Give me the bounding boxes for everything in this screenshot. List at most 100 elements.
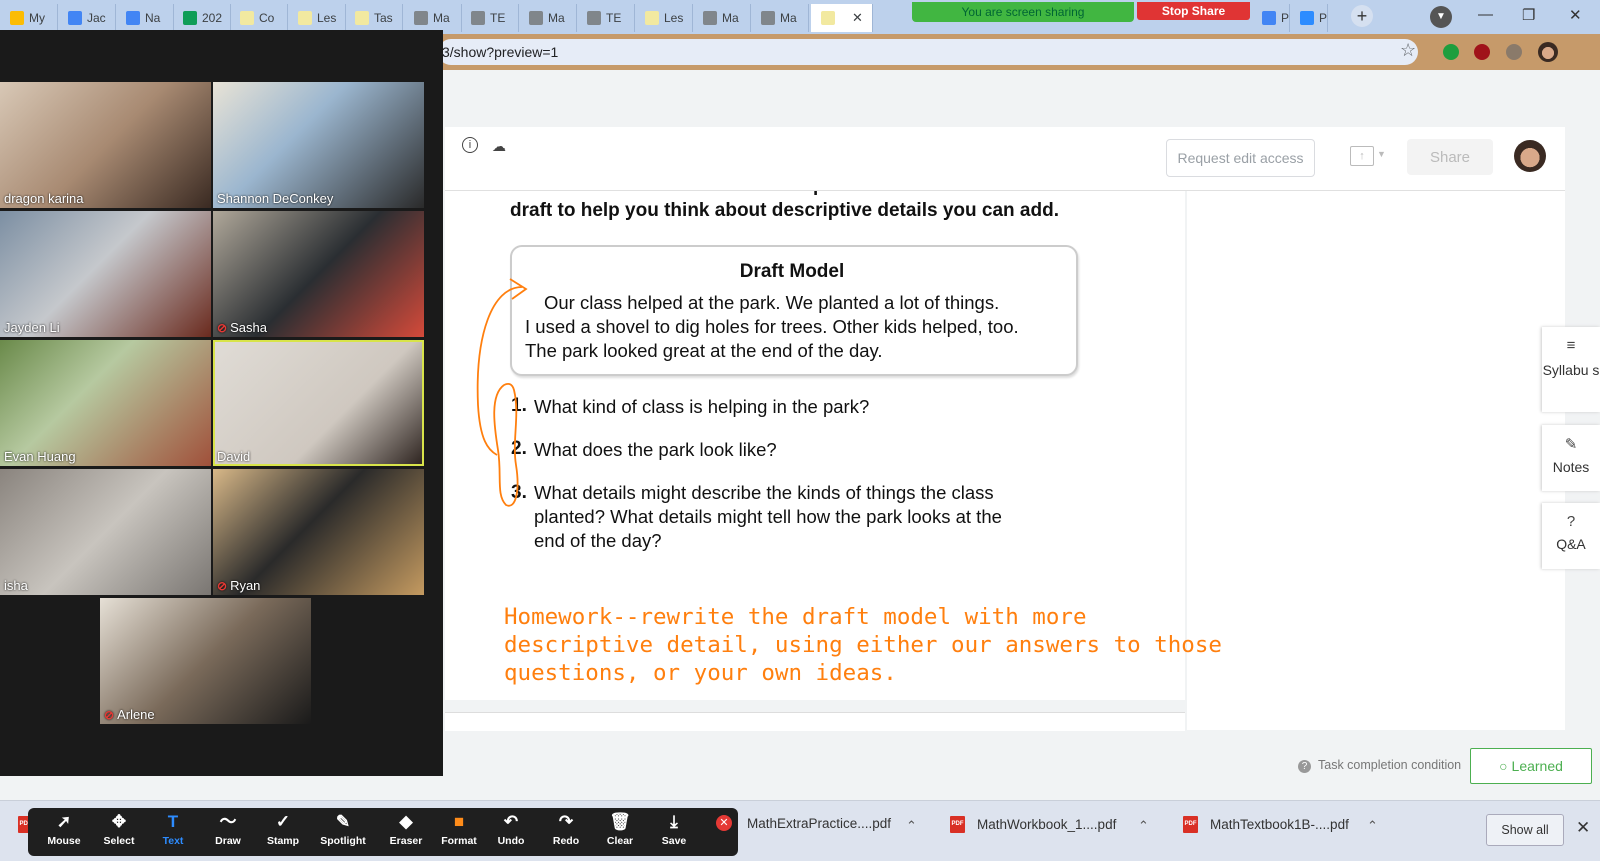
browser-tab[interactable]: Les <box>635 4 693 32</box>
download-item[interactable]: PDF MathWorkbook_1....pdf <box>950 816 1116 833</box>
menu-icon: ≡ <box>1566 337 1576 354</box>
participant-video-tile[interactable]: dragon karina <box>0 82 211 208</box>
profile-avatar[interactable] <box>1538 42 1558 62</box>
tab-label: Co <box>259 11 275 25</box>
notes-button[interactable]: ✎ Notes <box>1542 425 1600 491</box>
request-edit-label: Request edit access <box>1177 150 1304 166</box>
syllabus-button[interactable]: ≡ Syllabu s <box>1542 327 1600 412</box>
participant-video-tile[interactable]: isha <box>0 469 211 595</box>
extension-green-icon[interactable] <box>1443 44 1459 60</box>
chevron-down-icon[interactable]: ▼ <box>1377 149 1386 159</box>
participant-video-tile[interactable]: ⊘ Arlene <box>100 598 311 724</box>
draw-tool-button[interactable]: 〜 Draw <box>200 812 256 847</box>
download-filename: MathExtraPractice....pdf <box>747 816 892 831</box>
browser-tab[interactable]: Pos <box>1252 4 1290 32</box>
browser-tab[interactable]: Pos <box>1290 4 1328 32</box>
browser-tab[interactable]: Ma <box>693 4 751 32</box>
browser-tab[interactable]: Ma <box>404 4 462 32</box>
ublock-extension-icon[interactable] <box>1474 44 1490 60</box>
participant-video-tile[interactable]: Evan Huang <box>0 340 211 466</box>
close-downloads-icon[interactable]: ✕ <box>1576 818 1590 838</box>
browser-tab[interactable]: ✕ <box>811 4 873 32</box>
browser-tab[interactable]: Ma <box>751 4 809 32</box>
chevron-up-icon[interactable]: ⌃ <box>1138 818 1149 834</box>
syllabus-label: Syllabu s <box>1542 362 1600 378</box>
mouse-tool-button[interactable]: ➚ Mouse <box>36 812 92 847</box>
screen-sharing-banner[interactable]: You are screen sharing <box>912 2 1134 22</box>
tab-label: 202 <box>202 11 223 25</box>
participant-name-tag: dragon karina <box>4 191 84 206</box>
learned-button[interactable]: ○ Learned <box>1470 748 1592 784</box>
address-bar[interactable]: 3/show?preview=1 <box>438 39 1418 65</box>
tab-favicon-icon <box>645 11 659 25</box>
chevron-up-icon[interactable]: ⌃ <box>1367 818 1378 834</box>
close-tab-icon[interactable]: ✕ <box>852 10 863 26</box>
eraser-tool-button[interactable]: ◆ Eraser <box>378 812 434 847</box>
stop-share-button[interactable]: Stop Share <box>1137 2 1250 20</box>
browser-tab[interactable]: Co <box>230 4 288 32</box>
tab-favicon-icon <box>529 11 543 25</box>
qa-label: Q&A <box>1556 536 1586 552</box>
task-completion-condition[interactable]: Task completion condition <box>1318 758 1461 772</box>
participant-video-tile[interactable]: Shannon DeConkey <box>213 82 424 208</box>
browser-tab[interactable]: TE <box>461 4 519 32</box>
show-all-downloads-button[interactable]: Show all <box>1486 814 1564 846</box>
tab-label: Pos <box>1281 11 1290 25</box>
participant-name: Shannon DeConkey <box>217 191 334 206</box>
tool-label: Save <box>661 835 687 847</box>
stop-share-label: Stop Share <box>1161 4 1226 18</box>
save-tool-button[interactable]: ⤓ Save <box>646 812 702 847</box>
tab-search-icon[interactable]: ▼ <box>1430 6 1452 28</box>
browser-tab[interactable]: My <box>0 4 58 32</box>
text-tool-button[interactable]: T Text <box>145 812 201 847</box>
info-icon[interactable]: i <box>462 137 478 153</box>
participant-video-tile[interactable]: David <box>213 340 424 466</box>
text-icon: T <box>167 812 179 831</box>
tab-favicon-icon <box>240 11 254 25</box>
cloud-icon[interactable]: ☁ <box>492 138 506 155</box>
share-button[interactable]: Share <box>1407 139 1493 175</box>
question-2-line-1: What does the park look like? <box>534 439 777 460</box>
browser-tab[interactable]: Les <box>288 4 346 32</box>
move-icon: ✥ <box>111 812 127 831</box>
redo-tool-button[interactable]: ↷ Redo <box>538 812 594 847</box>
browser-tab[interactable]: Jac <box>58 4 116 32</box>
tool-label: Format <box>441 835 477 847</box>
participant-video-tile[interactable]: Jayden Li <box>0 211 211 337</box>
participant-video-tile[interactable]: ⊘ Sasha <box>213 211 424 337</box>
tab-favicon-icon <box>1300 11 1314 25</box>
browser-tab[interactable]: Na <box>116 4 174 32</box>
tab-favicon-icon <box>68 11 82 25</box>
qa-button[interactable]: ? Q&A <box>1542 503 1600 569</box>
select-tool-button[interactable]: ✥ Select <box>91 812 147 847</box>
chevron-up-icon[interactable]: ⌃ <box>906 818 917 834</box>
participant-video-tile[interactable]: ⊘ Ryan <box>213 469 424 595</box>
stamp-tool-button[interactable]: ✓ Stamp <box>255 812 311 847</box>
browser-tab[interactable]: 202 <box>173 4 231 32</box>
restore-button[interactable]: ❐ <box>1522 6 1535 24</box>
new-tab-button[interactable]: + <box>1351 5 1373 27</box>
format-tool-button[interactable]: ■ Format <box>431 812 487 847</box>
browser-tab[interactable]: TE <box>577 4 635 32</box>
undo-tool-button[interactable]: ↶ Undo <box>483 812 539 847</box>
stamp-icon: ✓ <box>275 812 291 831</box>
request-edit-access-button[interactable]: Request edit access <box>1166 139 1315 177</box>
tab-label: TE <box>606 11 622 25</box>
user-avatar[interactable] <box>1514 140 1546 172</box>
bookmark-star-icon[interactable]: ☆ <box>1400 40 1416 61</box>
download-item[interactable]: PDF MathTextbook1B-....pdf <box>1183 816 1349 833</box>
download-item[interactable]: MathExtraPractice....pdf <box>747 816 891 831</box>
upload-icon[interactable]: ↑ <box>1350 146 1374 166</box>
minimize-button[interactable]: — <box>1478 6 1493 23</box>
browser-tab[interactable]: Tas <box>345 4 403 32</box>
spotlight-tool-button[interactable]: ✎ Spotlight <box>315 812 371 847</box>
notes-label: Notes <box>1552 459 1590 475</box>
circle-icon: ○ <box>1499 758 1508 774</box>
close-window-button[interactable]: ✕ <box>1569 6 1582 24</box>
close-annotation-icon[interactable]: ✕ <box>716 815 732 831</box>
browser-tab[interactable]: Ma <box>519 4 577 32</box>
question-3-line-3: end of the day? <box>534 530 662 551</box>
clear-tool-button[interactable]: 🗑 Clear <box>592 812 648 847</box>
puzzle-extension-icon[interactable] <box>1506 44 1522 60</box>
side-panel <box>1187 190 1565 730</box>
